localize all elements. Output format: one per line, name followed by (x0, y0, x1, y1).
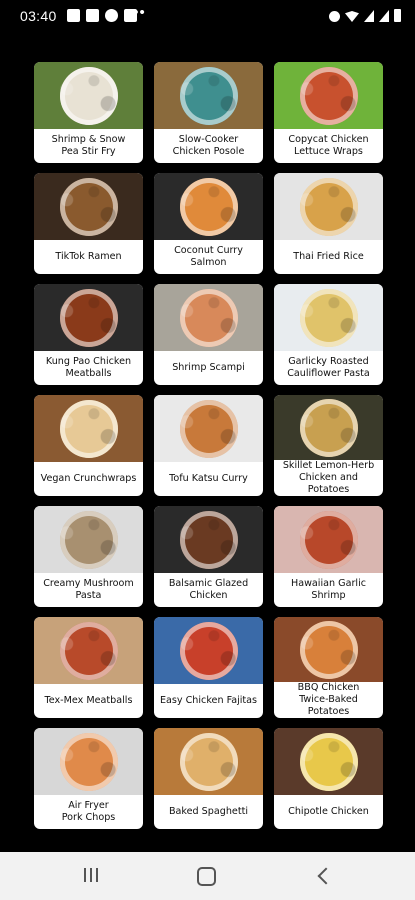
recipe-card[interactable]: Shrimp & Snow Pea Stir Fry (34, 62, 143, 163)
browser-icon (105, 9, 118, 22)
recipe-card[interactable]: Tofu Katsu Curry (154, 395, 263, 496)
recipe-image (274, 506, 383, 573)
signal-icon (364, 10, 374, 22)
recents-button[interactable] (76, 864, 106, 888)
recipe-title: Garlicky Roasted Cauliflower Pasta (287, 356, 370, 379)
recipe-image (274, 617, 383, 682)
recipe-card[interactable]: Balsamic Glazed Chicken (154, 506, 263, 607)
recipe-grid: Shrimp & Snow Pea Stir Fry Slow-Cooker Ch… (34, 62, 383, 829)
recipe-image (34, 62, 143, 129)
recipe-card[interactable]: Garlicky Roasted Cauliflower Pasta (274, 284, 383, 385)
more-notifications-icon: ••• (127, 4, 146, 21)
status-bar: 03:40 ••• (0, 0, 415, 34)
home-button[interactable] (192, 864, 222, 888)
recipe-image (34, 395, 143, 462)
recipe-card[interactable]: Air Fryer Pork Chops (34, 728, 143, 829)
recipe-image (154, 173, 263, 240)
recipe-title: Balsamic Glazed Chicken (168, 578, 249, 601)
recipe-title: TikTok Ramen (55, 251, 122, 262)
recipe-image (154, 728, 263, 795)
recipe-title: Kung Pao Chicken Meatballs (45, 356, 132, 379)
recipe-card[interactable]: Slow-Cooker Chicken Posole (154, 62, 263, 163)
recipe-title: Air Fryer Pork Chops (61, 800, 116, 823)
wifi-icon (345, 11, 359, 22)
alarm-icon (329, 11, 340, 22)
back-button[interactable] (312, 864, 342, 888)
recipe-image (274, 62, 383, 129)
recipe-title: Thai Fried Rice (293, 251, 364, 262)
recipe-title: Coconut Curry Salmon (174, 245, 243, 268)
recipe-image (34, 506, 143, 573)
system-icons (329, 9, 401, 22)
recipe-image (34, 173, 143, 240)
recipe-card[interactable]: Kung Pao Chicken Meatballs (34, 284, 143, 385)
recipe-image (274, 728, 383, 795)
recipe-image (154, 617, 263, 684)
recipe-title: Shrimp & Snow Pea Stir Fry (51, 134, 126, 157)
recipe-card[interactable]: Skillet Lemon-Herb Chicken and Potatoes (274, 395, 383, 496)
recipe-card[interactable]: Thai Fried Rice (274, 173, 383, 274)
recipe-title: BBQ Chicken Twice-Baked Potatoes (297, 682, 360, 717)
recipe-image (274, 173, 383, 240)
recipe-title: Tofu Katsu Curry (169, 473, 248, 484)
recipe-card[interactable]: Chipotle Chicken (274, 728, 383, 829)
recipe-title: Easy Chicken Fajitas (159, 695, 258, 706)
recipe-title: Slow-Cooker Chicken Posole (172, 134, 245, 157)
recipe-card[interactable]: Easy Chicken Fajitas (154, 617, 263, 718)
recipe-image (34, 284, 143, 351)
navigation-bar (0, 852, 415, 900)
recipe-card[interactable]: Coconut Curry Salmon (154, 173, 263, 274)
recipe-image (154, 284, 263, 351)
recipe-title: Shrimp Scampi (172, 362, 245, 373)
recipe-title: Vegan Crunchwraps (40, 473, 137, 484)
recipe-image (274, 284, 383, 351)
recipe-title: Tex-Mex Meatballs (44, 695, 133, 706)
recipe-image (34, 728, 143, 795)
recipe-card[interactable]: Shrimp Scampi (154, 284, 263, 385)
recipe-image (154, 395, 263, 462)
gallery-icon (67, 9, 80, 22)
recipe-image (274, 395, 383, 460)
recipe-image (154, 62, 263, 129)
battery-icon (394, 9, 401, 22)
status-time: 03:40 (20, 8, 57, 24)
recipe-card[interactable]: Creamy Mushroom Pasta (34, 506, 143, 607)
recipe-image (154, 506, 263, 573)
recipe-card[interactable]: Baked Spaghetti (154, 728, 263, 829)
recipe-title: Baked Spaghetti (168, 806, 249, 817)
recipe-image (34, 617, 143, 684)
signal-icon (379, 10, 389, 22)
recipe-title: Creamy Mushroom Pasta (43, 578, 134, 601)
recipe-title: Skillet Lemon-Herb Chicken and Potatoes (282, 460, 375, 495)
recipe-card[interactable]: Copycat Chicken Lettuce Wraps (274, 62, 383, 163)
recipe-card[interactable]: TikTok Ramen (34, 173, 143, 274)
recipe-title: Hawaiian Garlic Shrimp (290, 578, 367, 601)
recipe-card[interactable]: Vegan Crunchwraps (34, 395, 143, 496)
recipe-card[interactable]: Hawaiian Garlic Shrimp (274, 506, 383, 607)
recipe-card[interactable]: Tex-Mex Meatballs (34, 617, 143, 718)
recipe-title: Chipotle Chicken (288, 806, 369, 817)
recipe-card[interactable]: BBQ Chicken Twice-Baked Potatoes (274, 617, 383, 718)
recipe-title: Copycat Chicken Lettuce Wraps (288, 134, 369, 157)
image-icon (86, 9, 99, 22)
